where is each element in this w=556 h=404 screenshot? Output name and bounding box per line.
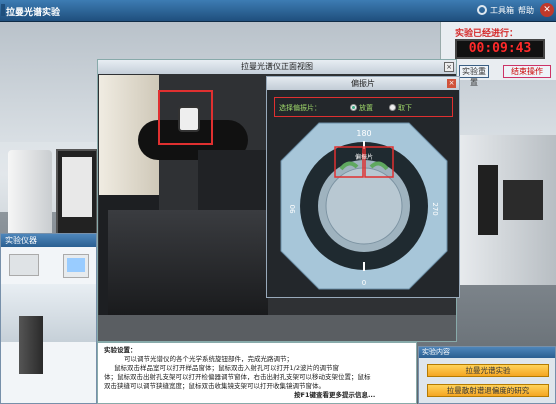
monitor-device[interactable] bbox=[56, 149, 98, 241]
instructions-line-5: 按F1键查看更多提示信息... bbox=[294, 391, 376, 399]
optical-bench bbox=[108, 210, 268, 320]
polarizer-select-group: 选择偏振片： 放置 取下 bbox=[274, 97, 453, 117]
restart-button[interactable]: 实验重置 bbox=[459, 65, 489, 87]
timer-panel: 实验已经进行： 00:09:43 实验重置 结束操作 bbox=[440, 22, 556, 87]
instructions-heading: 实验设置： bbox=[104, 346, 137, 354]
polarizer-highlight[interactable] bbox=[158, 90, 213, 145]
radio-remove[interactable]: 取下 bbox=[389, 103, 412, 113]
right-device[interactable] bbox=[458, 135, 556, 285]
app-icon bbox=[1, 4, 5, 16]
front-view-close-icon[interactable]: × bbox=[444, 62, 454, 72]
dial-center-label: 偏振片 bbox=[355, 153, 373, 161]
device-thumb-monitor[interactable] bbox=[63, 254, 89, 278]
dial-label-270: 270 bbox=[431, 202, 439, 215]
radio-place[interactable]: 放置 bbox=[350, 103, 373, 113]
front-view-title: 拉曼光谱仪正面视图 bbox=[98, 60, 456, 74]
end-operation-button[interactable]: 结束操作 bbox=[503, 65, 551, 78]
radio-place-label: 放置 bbox=[359, 104, 373, 112]
timer-label: 实验已经进行： bbox=[455, 29, 519, 39]
instructions-line-2: 鼠标双击样品室可以打开样品窗体；鼠标双击入射孔可以打开1/2波片的调节窗 bbox=[114, 364, 339, 372]
experiment-panel: 实验内容 拉曼光谱实验 拉曼散射谱退偏度的研究 bbox=[418, 346, 556, 404]
device-area bbox=[1, 284, 96, 342]
dial-label-180: 180 bbox=[356, 129, 371, 138]
close-icon[interactable]: ✕ bbox=[540, 3, 554, 17]
polarizer-dialog: 偏振片 × 选择偏振片： 放置 取下 180 0 90 270 偏振片 bbox=[266, 76, 460, 298]
experiment-header: 实验内容 bbox=[419, 347, 555, 358]
experiment-raman[interactable]: 拉曼光谱实验 bbox=[427, 364, 549, 377]
polarizer-dial-svg: 180 0 90 270 偏振片 bbox=[280, 122, 448, 290]
device-thumb-1[interactable] bbox=[9, 254, 39, 276]
radio-remove-dot[interactable] bbox=[389, 104, 396, 111]
polarizer-title-bar: 偏振片 × bbox=[267, 77, 459, 90]
help-button[interactable]: 帮助 bbox=[518, 5, 534, 16]
dial-label-90: 90 bbox=[289, 205, 297, 214]
polarizer-title: 偏振片 bbox=[351, 79, 375, 88]
radio-place-dot[interactable] bbox=[350, 104, 357, 111]
toolbox-button[interactable]: 工具箱 bbox=[490, 5, 514, 16]
devices-panel: 实验仪器 bbox=[0, 233, 97, 404]
experiment-depolarization[interactable]: 拉曼散射谱退偏度的研究 bbox=[427, 384, 549, 397]
instructions-text: 实验设置： 可以调节光谱仪的各个光学系统旋钮部件，完成光路调节； 鼠标双击样品室… bbox=[97, 342, 417, 404]
devices-header: 实验仪器 bbox=[1, 234, 96, 247]
bench-floor bbox=[98, 315, 456, 341]
polarizer-close-icon[interactable]: × bbox=[447, 79, 456, 88]
toolbox-icon[interactable] bbox=[477, 5, 487, 15]
radio-remove-label: 取下 bbox=[398, 104, 412, 112]
app-title: 拉曼光谱实验 bbox=[6, 8, 61, 18]
instructions-line-4: 双击狭缝可以调节狭缝宽度；鼠标双击收集镜支架可以打开收集镜调节窗体。 bbox=[104, 382, 325, 390]
title-bar: 拉曼光谱实验 工具箱 帮助 ✕ bbox=[0, 0, 556, 22]
instructions-line-3: 体；鼠标双击出射孔支架可以打开检偏器调节窗体，右击出射孔支架可以移动支架位置；鼠… bbox=[104, 373, 371, 381]
device-thumb-tower[interactable] bbox=[19, 316, 43, 374]
timer-display: 00:09:43 bbox=[455, 39, 545, 59]
instructions-line-1: 可以调节光谱仪的各个光学系统旋钮部件，完成光路调节； bbox=[124, 355, 293, 363]
dial-label-0: 0 bbox=[362, 279, 366, 287]
polarizer-select-label: 选择偏振片： bbox=[279, 104, 321, 112]
dial-knob[interactable] bbox=[325, 167, 403, 245]
